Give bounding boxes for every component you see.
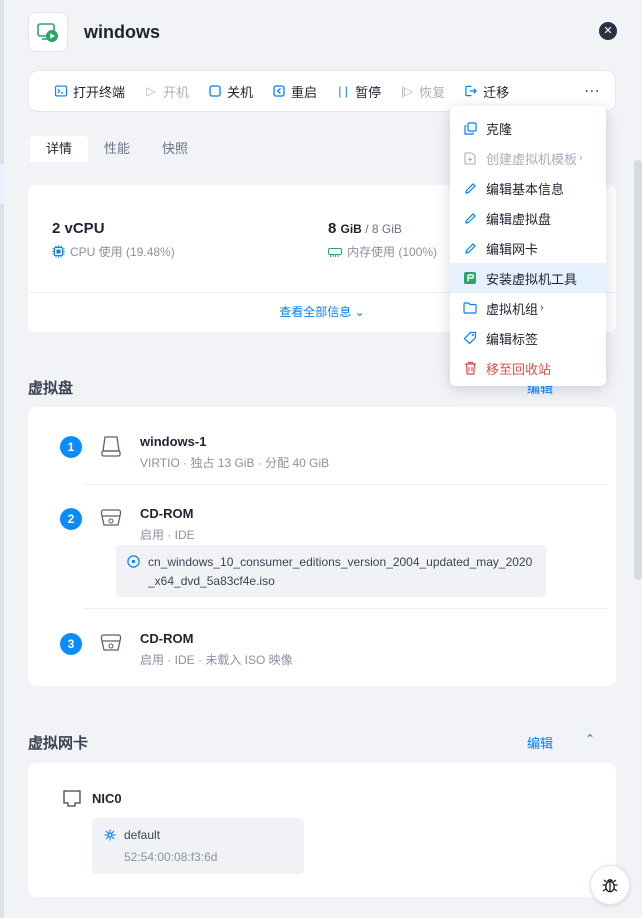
terminal-icon (55, 85, 67, 97)
memory-icon (328, 247, 342, 257)
menu-item-clone[interactable]: 克隆 (450, 113, 606, 143)
resume-button[interactable]: |▷ 恢复 (401, 82, 445, 101)
shutdown-button[interactable]: 关机 (209, 82, 253, 101)
pause-icon: | | (338, 84, 348, 98)
memory-total: 8 GiB (371, 222, 402, 236)
memory-usage-label: 内存使用 (347, 245, 396, 259)
migrate-icon (465, 85, 478, 97)
more-actions-button[interactable]: ⋯ (584, 81, 601, 101)
pause-button[interactable]: | | 暂停 (337, 82, 381, 101)
cpu-value: 2 vCPU (52, 220, 105, 237)
more-actions-menu: 克隆 创建虚拟机模板 › 编辑基本信息 编辑虚拟盘 编辑网卡 安装虚拟机工具 虚拟… (450, 106, 606, 386)
menu-item-edit-basic-info[interactable]: 编辑基本信息 (450, 173, 606, 203)
hard-disk-icon (101, 436, 121, 457)
memory-metric: 8 GiB / 8 GiB 内存使用 (100%) (328, 220, 438, 259)
tab-performance[interactable]: 性能 (88, 136, 146, 162)
play-icon: ▷ (146, 84, 156, 98)
open-terminal-button[interactable]: 打开终端 (55, 82, 125, 101)
tag-icon (462, 330, 478, 346)
template-icon (462, 150, 478, 166)
network-icon (104, 829, 116, 841)
iso-file-name: cn_windows_10_consumer_editions_version_… (148, 555, 533, 588)
menu-item-edit-nics[interactable]: 编辑网卡 (450, 233, 606, 263)
vm-detail-panel: windows ✕ 打开终端 ▷ 开机 关机 重启 | | 暂停 |▷ 恢复 迁… (4, 0, 642, 918)
disk-name: CD-ROM (140, 631, 194, 646)
power-on-button[interactable]: ▷ 开机 (145, 82, 189, 101)
row-divider (84, 608, 608, 609)
chevron-down-icon: ⌄ (354, 305, 365, 319)
edit-nics-button[interactable]: 编辑 (527, 733, 553, 752)
disk-name: CD-ROM (140, 506, 194, 521)
cpu-usage-label: CPU 使用 (70, 245, 123, 259)
folder-icon (462, 300, 478, 316)
memory-used-unit: GiB (340, 222, 362, 236)
nics-section-title: 虚拟网卡 (28, 735, 89, 752)
bug-icon (602, 879, 618, 893)
disk-meta: 启用 · IDE (140, 528, 195, 542)
panel-header: windows (28, 12, 160, 52)
memory-usage-value: (100%) (398, 244, 438, 259)
trash-icon (462, 360, 478, 376)
disk-name: windows-1 (140, 434, 207, 449)
menu-item-edit-tags[interactable]: 编辑标签 (450, 323, 606, 353)
pencil-icon (462, 180, 478, 196)
disk-index-badge: 3 (60, 633, 82, 655)
menu-item-create-template[interactable]: 创建虚拟机模板 › (450, 143, 606, 173)
chevron-right-icon: › (579, 152, 583, 164)
menu-item-move-to-trash[interactable]: 移至回收站 (450, 353, 606, 383)
tab-details[interactable]: 详情 (30, 136, 89, 162)
cdrom-icon (100, 509, 122, 526)
memory-used-value: 8 (328, 220, 337, 237)
cpu-usage-value: (19.48%) (126, 244, 175, 259)
cpu-metric: 2 vCPU CPU 使用 (19.48%) (52, 220, 175, 260)
debug-button[interactable] (590, 865, 630, 905)
menu-item-install-vm-tools[interactable]: 安装虚拟机工具 (450, 263, 606, 293)
menu-item-edit-disks[interactable]: 编辑虚拟盘 (450, 203, 606, 233)
chevron-right-icon: › (540, 302, 544, 314)
network-box: default 52:54:00:08:f3:6d (92, 818, 304, 874)
restart-icon (273, 85, 285, 97)
disk-meta: VIRTIO · 独占 13 GiB · 分配 40 GiB (140, 456, 330, 470)
chevron-up-icon[interactable]: ⌃ (585, 732, 595, 746)
row-divider (84, 484, 608, 485)
scrollbar[interactable] (634, 160, 642, 580)
pencil-icon (462, 210, 478, 226)
clone-icon (462, 120, 478, 136)
vm-tools-icon (462, 270, 478, 286)
disk-index-badge: 1 (60, 436, 82, 458)
iso-file-box: cn_windows_10_consumer_editions_version_… (116, 545, 546, 597)
mac-address: 52:54:00:08:f3:6d (124, 850, 218, 864)
restart-button[interactable]: 重启 (273, 82, 317, 101)
disk-meta: 启用 · IDE · 未载入 ISO 映像 (140, 653, 293, 667)
disk-index-badge: 2 (60, 508, 82, 530)
stop-icon (209, 85, 221, 97)
cdrom-icon (100, 634, 122, 651)
pencil-icon (462, 240, 478, 256)
resume-icon: |▷ (401, 84, 414, 98)
menu-item-vm-group[interactable]: 虚拟机组 › (450, 293, 606, 323)
nics-card: NIC0 default 52:54:00:08:f3:6d (28, 763, 616, 897)
close-icon: ✕ (603, 24, 613, 37)
disks-section-title: 虚拟盘 (28, 380, 74, 397)
network-card-icon (63, 790, 81, 807)
disc-icon (127, 555, 140, 568)
vm-title: windows (84, 21, 160, 42)
tab-snapshots[interactable]: 快照 (146, 136, 204, 162)
network-name: default (124, 828, 161, 842)
vm-app-icon (28, 12, 68, 52)
cpu-chip-icon (52, 245, 65, 258)
migrate-button[interactable]: 迁移 (465, 82, 509, 101)
close-button[interactable]: ✕ (599, 22, 617, 40)
detail-tabs: 详情 性能 快照 (30, 136, 204, 162)
nic-name: NIC0 (92, 791, 122, 806)
